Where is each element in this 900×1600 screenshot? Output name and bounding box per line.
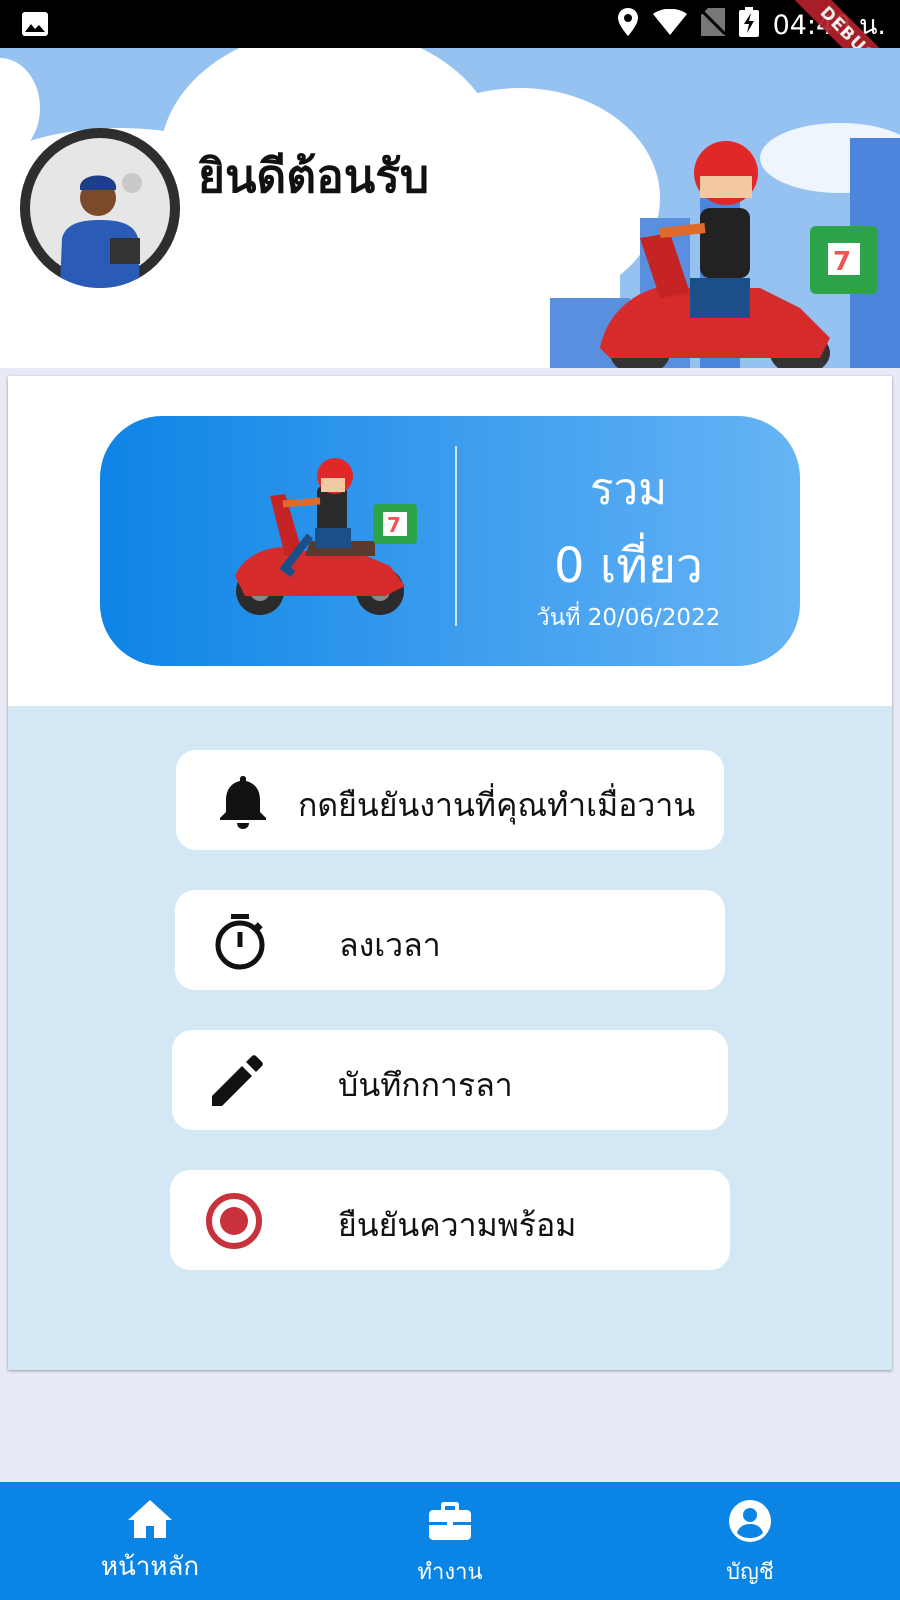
nav-home-label: หน้าหลัก [100, 1552, 200, 1582]
nav-home[interactable]: หน้าหลัก [0, 1482, 300, 1600]
summary-section: 7 รวม 0 เที่ยว วันที่ 20/06/2022 [8, 376, 892, 706]
wifi-icon [652, 8, 687, 39]
nav-work[interactable]: ทำงาน [300, 1482, 600, 1600]
bottom-navigation: หน้าหลัก ทำงาน บัญชี [0, 1482, 900, 1600]
no-sim-icon [699, 8, 726, 40]
total-label: รวม [589, 464, 668, 515]
gallery-icon [22, 12, 48, 40]
stopwatch-icon [215, 914, 265, 970]
main-card: 7 รวม 0 เที่ยว วันที่ 20/06/2022 กดยืนยั… [8, 376, 892, 1370]
scooter-illustration: 7 [235, 458, 417, 615]
confirm-readiness-label: ยืนยันความพร้อม [338, 1206, 577, 1244]
trip-summary-card: 7 รวม 0 เที่ยว วันที่ 20/06/2022 [100, 416, 800, 666]
leave-record-label: บันทึกการลา [338, 1066, 513, 1104]
clock-in-label: ลงเวลา [339, 926, 441, 964]
bell-icon [220, 776, 266, 829]
clock-in-button[interactable]: ลงเวลา [175, 890, 725, 990]
status-bar: 04:40 น. [0, 0, 900, 48]
welcome-title: ยินดีต้อนรับ [198, 149, 430, 203]
nav-account-label: บัญชี [726, 1560, 774, 1585]
confirm-yesterday-work-button[interactable]: กดยืนยันงานที่คุณทำเมื่อวาน [176, 750, 724, 850]
summary-date: วันที่ 20/06/2022 [536, 605, 721, 631]
pencil-icon [212, 1055, 263, 1106]
battery-charging-icon [738, 7, 759, 41]
account-circle-icon [729, 1500, 771, 1542]
leave-record-button[interactable]: บันทึกการลา [172, 1030, 728, 1130]
welcome-header: 7 ยินดีต้อนรับ [0, 48, 900, 368]
svg-text:7: 7 [387, 513, 401, 537]
confirm-readiness-button[interactable]: ยืนยันความพร้อม [170, 1170, 730, 1270]
svg-text:7: 7 [833, 247, 851, 277]
courier-avatar-image [20, 128, 180, 288]
radio-target-icon [206, 1193, 262, 1249]
location-icon [617, 8, 639, 40]
nav-account[interactable]: บัญชี [600, 1482, 900, 1600]
trip-count: 0 เที่ยว [554, 538, 703, 594]
avatar[interactable] [20, 128, 180, 288]
nav-work-label: ทำงาน [417, 1560, 483, 1585]
briefcase-icon [429, 1502, 471, 1540]
home-icon [128, 1500, 172, 1538]
confirm-yesterday-work-label: กดยืนยันงานที่คุณทำเมื่อวาน [298, 786, 696, 824]
